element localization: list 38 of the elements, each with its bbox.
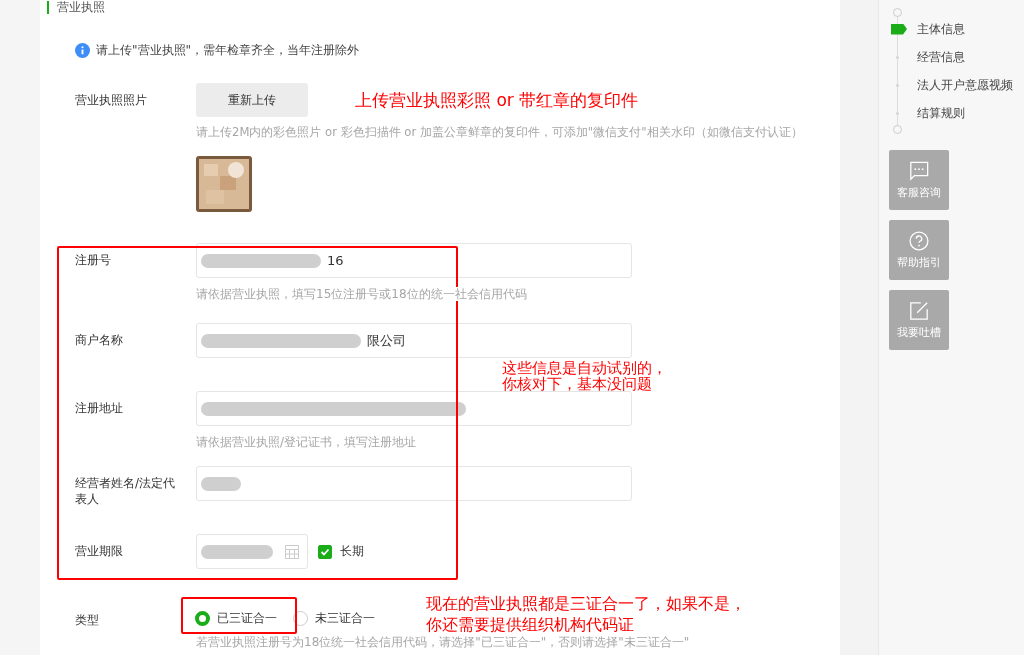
chat-icon	[909, 160, 929, 181]
step-item[interactable]: 经营信息	[917, 48, 965, 66]
field-hint: 请依据营业执照/登记证书，填写注册地址	[196, 435, 417, 449]
field-value: 限公司	[367, 331, 406, 350]
input-field[interactable]: 16	[196, 243, 632, 278]
notice-text: 请上传"营业执照"，需年检章齐全，当年注册除外	[96, 42, 360, 59]
field-label: 类型	[75, 612, 100, 629]
timeline-node	[893, 8, 902, 17]
annotation-text: 上传营业执照彩照 or 带红章的复印件	[355, 90, 639, 111]
step-item[interactable]: 结算规则	[917, 104, 965, 122]
calendar-icon	[285, 544, 299, 559]
checkbox[interactable]	[318, 544, 332, 559]
radio-option[interactable]: 未三证合一	[293, 610, 375, 626]
annotation-text: 这些信息是自动试别的，你核对下，基本没问题	[502, 360, 668, 392]
field-label: 注册地址	[75, 400, 123, 416]
input-field[interactable]	[196, 391, 632, 426]
field-value: 16	[327, 253, 344, 268]
info-icon	[75, 43, 90, 58]
radio-option[interactable]: 已三证合一	[195, 610, 277, 626]
field-hint: 若营业执照注册号为18位统一社会信用代码，请选择"已三证合一"，否则请选择"未三证合一"	[196, 634, 691, 651]
edit-icon	[909, 300, 929, 321]
field-hint: 请上传2M内的彩色照片 or 彩色扫描件 or 加盖公章鲜章的复印件，可添加"微信支付"相关水印（如微信支付认证）	[196, 125, 804, 140]
checkbox-label: 长期	[340, 543, 364, 560]
date-field[interactable]	[196, 534, 308, 569]
annotation-text: 现在的营业执照都是三证合一了，如果不是，你还需要提供组织机构代码证	[426, 594, 747, 636]
timeline-node	[893, 125, 902, 134]
field-label: 商户名称	[75, 332, 123, 348]
field-label: 营业执照照片	[75, 92, 148, 109]
step-item[interactable]: 法人开户意愿视频	[917, 76, 1013, 94]
reupload-button[interactable]: 重新上传	[196, 83, 308, 117]
help-icon	[909, 230, 929, 251]
input-field[interactable]	[196, 466, 632, 501]
field-label: 注册号	[75, 252, 111, 268]
field-label: 经营者姓名/法定代表人	[75, 475, 177, 507]
field-label: 营业期限	[75, 543, 123, 559]
step-item[interactable]: 主体信息	[917, 20, 965, 38]
input-field[interactable]: 限公司	[196, 323, 632, 358]
field-hint: 请依据营业执照，填写15位注册号或18位的统一社会信用代码	[196, 287, 527, 301]
